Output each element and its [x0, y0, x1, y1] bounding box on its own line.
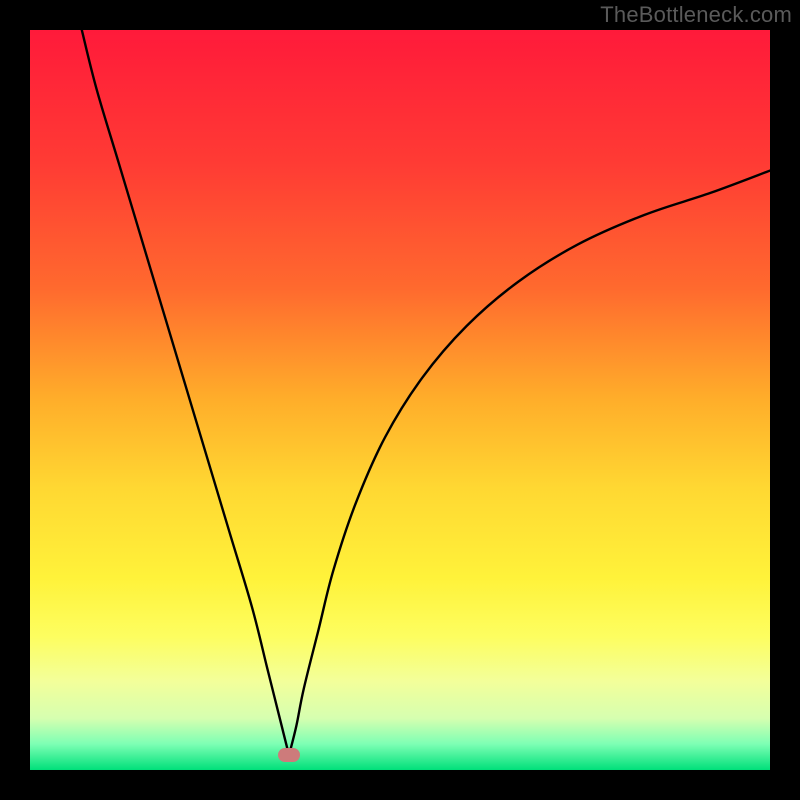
bottleneck-curve	[30, 30, 770, 770]
watermark-text: TheBottleneck.com	[600, 2, 792, 28]
minimum-marker	[278, 748, 300, 762]
plot-area	[30, 30, 770, 770]
chart-container: TheBottleneck.com	[0, 0, 800, 800]
